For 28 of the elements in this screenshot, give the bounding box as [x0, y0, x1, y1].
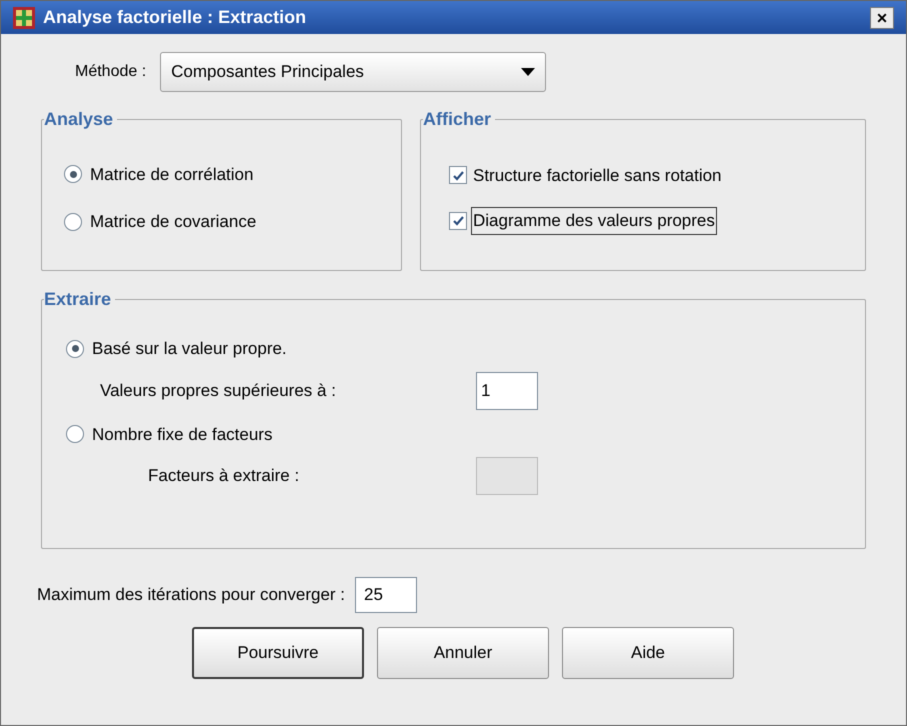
input-field[interactable]: 1 — [476, 372, 538, 410]
checkbox-label: Diagramme des valeurs propres — [471, 207, 717, 234]
close-button[interactable]: × — [870, 6, 894, 28]
radio-button[interactable] — [66, 340, 84, 358]
input-field[interactable]: 25 — [355, 577, 418, 613]
method-label: Méthode : — [75, 62, 146, 82]
radio-label: Matrice de covariance — [90, 211, 256, 233]
radio-button[interactable] — [66, 425, 84, 444]
radio-label: Basé sur la valeur propre. — [92, 338, 287, 360]
field-label: Facteurs à extraire : — [147, 465, 300, 488]
window-title: Analyse factorielle : Extraction — [43, 6, 308, 29]
iterations-label: Maximum des itérations pour converger : — [37, 584, 346, 606]
radio-label: Nombre fixe de facteurs — [92, 424, 272, 446]
check-icon — [452, 168, 464, 182]
checkbox[interactable] — [449, 212, 467, 230]
check-icon — [452, 214, 464, 228]
radio-button[interactable] — [64, 212, 82, 231]
app-icon — [13, 6, 35, 28]
checkbox[interactable] — [449, 166, 467, 184]
checkbox-label: Structure factorielle sans rotation — [472, 164, 723, 186]
radio-label: Matrice de corrélation — [90, 164, 254, 186]
field-label: Valeurs propres supérieures à : — [99, 380, 337, 402]
caret-icon — [521, 68, 536, 76]
dialog-button[interactable]: Aide — [562, 627, 734, 679]
dialog-button[interactable]: Annuler — [377, 627, 549, 679]
method-dropdown[interactable]: Composantes Principales — [160, 52, 546, 92]
dialog-button[interactable]: Poursuivre — [192, 627, 364, 679]
radio-button[interactable] — [64, 165, 82, 184]
